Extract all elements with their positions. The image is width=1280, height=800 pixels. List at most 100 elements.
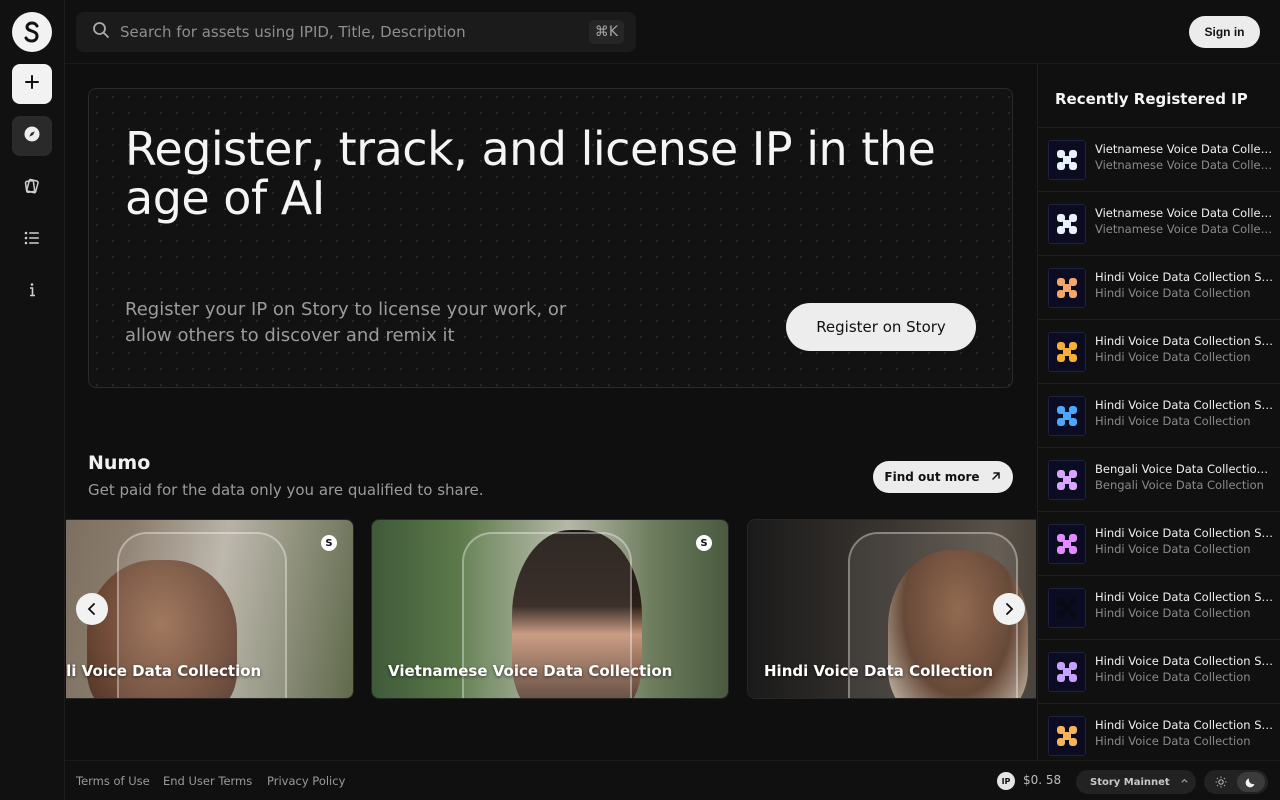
ip-thumbnail <box>1048 652 1086 692</box>
network-label: Story Mainnet <box>1090 776 1170 788</box>
chevron-left-icon <box>86 600 98 619</box>
ip-thumbnail <box>1048 332 1086 372</box>
ip-item-subtitle: Hindi Voice Data Collection <box>1095 286 1251 300</box>
list-icon <box>23 229 41 251</box>
asset-thumbnail-icon <box>1057 278 1077 298</box>
carousel-next-button[interactable] <box>993 593 1025 625</box>
register-on-story-button[interactable]: Register on Story <box>786 303 976 351</box>
arrow-up-right-icon <box>990 470 1002 485</box>
theme-toggle[interactable] <box>1204 770 1268 794</box>
card-title: Vietnamese Voice Data Collection <box>388 662 673 680</box>
hero-banner: Register, track, and license IP in the a… <box>88 88 1013 388</box>
recent-title: Recently Registered IP <box>1055 90 1248 108</box>
ip-item-title: Vietnamese Voice Data Collection Submiss… <box>1095 206 1273 220</box>
ip-item-subtitle: Hindi Voice Data Collection <box>1095 734 1251 748</box>
sidebar-item-about[interactable] <box>12 272 52 312</box>
numo-title: Numo <box>88 452 151 474</box>
search-input[interactable] <box>120 23 560 41</box>
search-icon <box>76 21 110 43</box>
left-sidebar <box>0 0 65 800</box>
cards-icon <box>23 177 41 199</box>
recent-ip-item[interactable]: Hindi Voice Data Collection Submission Hi… <box>1038 319 1280 383</box>
find-out-more-button[interactable]: Find out more <box>873 461 1013 493</box>
chevron-up-icon <box>1180 776 1189 788</box>
recent-ip-item[interactable]: Hindi Voice Data Collection Submission Hi… <box>1038 703 1280 760</box>
ip-item-subtitle: Vietnamese Voice Data Collection <box>1095 222 1273 236</box>
footer: Terms of Use End User Terms Privacy Poli… <box>65 760 1280 800</box>
asset-thumbnail-icon <box>1057 662 1077 682</box>
moon-icon[interactable] <box>1237 772 1265 792</box>
ip-item-title: Hindi Voice Data Collection Submission <box>1095 718 1273 732</box>
ip-item-subtitle: Vietnamese Voice Data Collection <box>1095 158 1273 172</box>
carousel-card[interactable]: S Vietnamese Voice Data Collection <box>371 519 729 699</box>
info-icon <box>23 281 41 303</box>
recent-ip-item[interactable]: Hindi Voice Data Collection Submission Hi… <box>1038 575 1280 639</box>
story-badge-icon: S <box>696 535 712 551</box>
hero-title: Register, track, and license IP in the a… <box>125 122 936 225</box>
sidebar-item-list[interactable] <box>12 220 52 260</box>
chevron-right-icon <box>1003 600 1015 619</box>
recent-ip-item[interactable]: Hindi Voice Data Collection Submission Hi… <box>1038 639 1280 703</box>
ip-item-title: Hindi Voice Data Collection Submission <box>1095 654 1273 668</box>
ip-item-title: Hindi Voice Data Collection Submission <box>1095 590 1273 604</box>
end-user-terms-link[interactable]: End User Terms <box>163 774 252 788</box>
asset-thumbnail-icon <box>1057 150 1077 170</box>
hero-subtitle: Register your IP on Story to license you… <box>125 299 567 346</box>
ip-thumbnail <box>1048 204 1086 244</box>
search-shortcut: ⌘K <box>588 20 624 44</box>
recent-ip-item[interactable]: Vietnamese Voice Data Collection Submiss… <box>1038 191 1280 255</box>
asset-thumbnail-icon <box>1057 726 1077 746</box>
carousel-card[interactable]: S Bengali Voice Data Collection <box>66 519 354 699</box>
top-bar: ⌘K Sign in <box>65 0 1280 64</box>
ip-item-subtitle: Hindi Voice Data Collection <box>1095 670 1251 684</box>
recent-ip-item[interactable]: Vietnamese Voice Data Collection Submiss… <box>1038 127 1280 191</box>
asset-thumbnail-icon <box>1057 598 1077 618</box>
ip-item-subtitle: Hindi Voice Data Collection <box>1095 542 1251 556</box>
find-out-more-label: Find out more <box>884 470 980 484</box>
sun-icon[interactable] <box>1207 772 1235 792</box>
asset-thumbnail-icon <box>1057 534 1077 554</box>
ip-item-title: Vietnamese Voice Data Collection Submiss… <box>1095 142 1273 156</box>
sidebar-item-licenses[interactable] <box>12 168 52 208</box>
search-box[interactable]: ⌘K <box>76 12 636 52</box>
ip-thumbnail <box>1048 524 1086 564</box>
recent-list: Vietnamese Voice Data Collection Submiss… <box>1038 127 1280 760</box>
ip-thumbnail <box>1048 716 1086 756</box>
ip-thumbnail <box>1048 140 1086 180</box>
plus-icon <box>24 74 40 94</box>
create-button[interactable] <box>12 64 52 104</box>
ip-item-title: Hindi Voice Data Collection Submission <box>1095 526 1273 540</box>
asset-thumbnail-icon <box>1057 406 1077 426</box>
recent-ip-item[interactable]: Bengali Voice Data Collection Submission… <box>1038 447 1280 511</box>
recently-registered-panel: Recently Registered IP Vietnamese Voice … <box>1037 64 1280 760</box>
story-logo[interactable] <box>12 12 52 52</box>
network-selector[interactable]: Story Mainnet <box>1076 770 1196 794</box>
numo-subtitle: Get paid for the data only you are quali… <box>88 481 484 499</box>
privacy-policy-link[interactable]: Privacy Policy <box>267 774 345 788</box>
ip-item-subtitle: Hindi Voice Data Collection <box>1095 414 1251 428</box>
ip-item-title: Bengali Voice Data Collection Submission <box>1095 462 1273 476</box>
recent-ip-item[interactable]: Hindi Voice Data Collection Submission Hi… <box>1038 383 1280 447</box>
sign-in-button[interactable]: Sign in <box>1189 16 1260 48</box>
asset-thumbnail-icon <box>1057 342 1077 362</box>
recent-ip-item[interactable]: Hindi Voice Data Collection Submission Hi… <box>1038 255 1280 319</box>
numo-carousel: S Bengali Voice Data Collection S Vietna… <box>66 519 1036 699</box>
ip-thumbnail <box>1048 460 1086 500</box>
sidebar-item-explore[interactable] <box>12 116 52 156</box>
card-title: Bengali Voice Data Collection <box>66 662 262 680</box>
ip-thumbnail <box>1048 396 1086 436</box>
asset-thumbnail-icon <box>1057 470 1077 490</box>
asset-thumbnail-icon <box>1057 214 1077 234</box>
terms-of-use-link[interactable]: Terms of Use <box>76 774 150 788</box>
story-badge-icon: S <box>321 535 337 551</box>
compass-icon <box>23 125 41 147</box>
ip-item-title: Hindi Voice Data Collection Submission <box>1095 334 1273 348</box>
ip-token-icon: IP <box>997 772 1015 790</box>
card-title: Hindi Voice Data Collection <box>764 662 994 680</box>
recent-ip-item[interactable]: Hindi Voice Data Collection Submission Hi… <box>1038 511 1280 575</box>
ip-item-subtitle: Hindi Voice Data Collection <box>1095 350 1251 364</box>
ip-thumbnail <box>1048 268 1086 308</box>
carousel-prev-button[interactable] <box>76 593 108 625</box>
ip-item-subtitle: Hindi Voice Data Collection <box>1095 606 1251 620</box>
ip-item-title: Hindi Voice Data Collection Submission <box>1095 270 1273 284</box>
